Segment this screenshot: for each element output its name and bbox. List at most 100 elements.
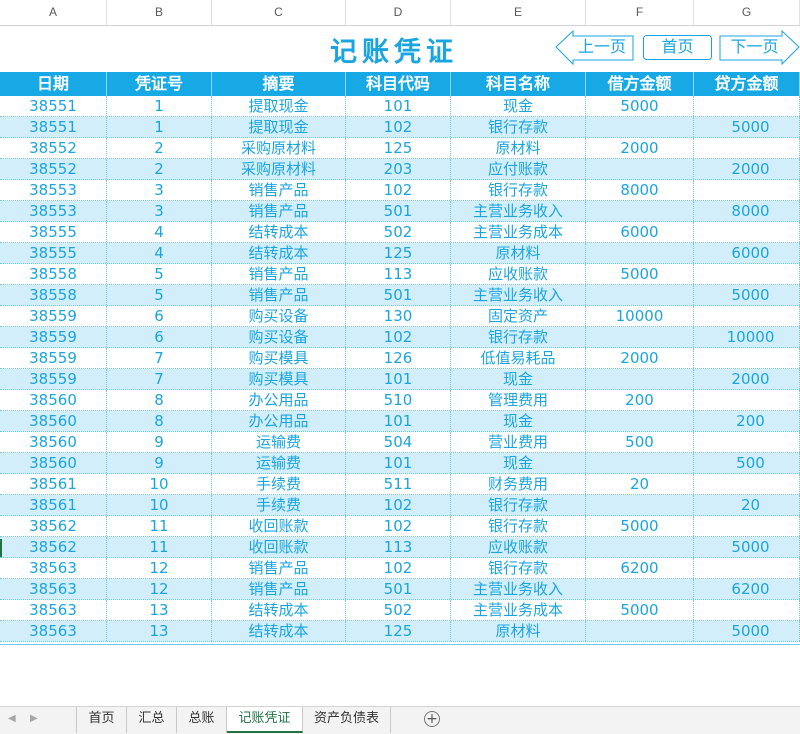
table-cell[interactable]: 销售产品 (212, 558, 346, 578)
header-cell[interactable]: 贷方金额 (694, 72, 800, 96)
next-page-button[interactable]: 下一页 (719, 30, 800, 66)
table-cell[interactable]: 5000 (694, 285, 800, 305)
table-cell[interactable]: 38559 (0, 369, 107, 389)
table-cell[interactable]: 10 (107, 474, 212, 494)
table-cell[interactable] (694, 306, 800, 326)
table-cell[interactable]: 12 (107, 558, 212, 578)
table-cell[interactable]: 12 (107, 579, 212, 599)
table-cell[interactable]: 38562 (0, 516, 107, 536)
table-cell[interactable] (694, 558, 800, 578)
table-cell[interactable]: 办公用品 (212, 411, 346, 431)
table-cell[interactable]: 银行存款 (451, 117, 586, 137)
table-cell[interactable]: 7 (107, 348, 212, 368)
table-cell[interactable]: 结转成本 (212, 600, 346, 620)
table-cell[interactable] (694, 432, 800, 452)
table-cell[interactable]: 主营业务收入 (451, 201, 586, 221)
table-cell[interactable] (694, 222, 800, 242)
table-cell[interactable]: 银行存款 (451, 180, 586, 200)
sheet-tab[interactable]: 汇总 (127, 707, 177, 733)
table-cell[interactable]: 5000 (586, 600, 694, 620)
table-cell[interactable]: 38552 (0, 138, 107, 158)
table-cell[interactable]: 办公用品 (212, 390, 346, 410)
table-cell[interactable]: 10 (107, 495, 212, 515)
table-cell[interactable]: 3 (107, 180, 212, 200)
table-cell[interactable]: 11 (107, 537, 212, 557)
table-cell[interactable]: 38553 (0, 180, 107, 200)
table-cell[interactable] (694, 390, 800, 410)
table-cell[interactable] (586, 201, 694, 221)
table-cell[interactable] (694, 348, 800, 368)
table-cell[interactable]: 购买设备 (212, 327, 346, 347)
table-cell[interactable]: 5000 (586, 96, 694, 116)
table-cell[interactable]: 11 (107, 516, 212, 536)
table-cell[interactable]: 101 (346, 411, 451, 431)
table-cell[interactable]: 38553 (0, 201, 107, 221)
table-cell[interactable]: 38561 (0, 474, 107, 494)
table-cell[interactable]: 5 (107, 285, 212, 305)
table-cell[interactable]: 20 (694, 495, 800, 515)
table-cell[interactable] (586, 369, 694, 389)
table-cell[interactable]: 银行存款 (451, 516, 586, 536)
table-cell[interactable]: 手续费 (212, 495, 346, 515)
table-cell[interactable]: 38551 (0, 96, 107, 116)
table-cell[interactable]: 102 (346, 516, 451, 536)
table-cell[interactable]: 结转成本 (212, 243, 346, 263)
table-cell[interactable]: 现金 (451, 453, 586, 473)
table-cell[interactable]: 销售产品 (212, 285, 346, 305)
table-cell[interactable]: 收回账款 (212, 516, 346, 536)
table-cell[interactable]: 38559 (0, 306, 107, 326)
table-cell[interactable]: 原材料 (451, 243, 586, 263)
table-cell[interactable]: 38561 (0, 495, 107, 515)
table-cell[interactable]: 8000 (586, 180, 694, 200)
table-cell[interactable]: 营业费用 (451, 432, 586, 452)
table-cell[interactable]: 510 (346, 390, 451, 410)
table-cell[interactable]: 9 (107, 432, 212, 452)
table-cell[interactable]: 低值易耗品 (451, 348, 586, 368)
table-cell[interactable]: 126 (346, 348, 451, 368)
column-letter[interactable]: F (586, 0, 694, 25)
table-cell[interactable]: 应付账款 (451, 159, 586, 179)
table-cell[interactable] (586, 117, 694, 137)
table-cell[interactable]: 现金 (451, 369, 586, 389)
table-cell[interactable]: 结转成本 (212, 621, 346, 641)
table-cell[interactable]: 125 (346, 138, 451, 158)
scroll-left-icon[interactable]: ◀ (8, 713, 16, 724)
table-cell[interactable]: 采购原材料 (212, 159, 346, 179)
table-cell[interactable]: 38563 (0, 558, 107, 578)
table-cell[interactable]: 38560 (0, 390, 107, 410)
table-cell[interactable]: 主营业务收入 (451, 285, 586, 305)
table-cell[interactable] (586, 537, 694, 557)
table-cell[interactable]: 6200 (586, 558, 694, 578)
table-cell[interactable]: 应收账款 (451, 264, 586, 284)
sheet-tab[interactable]: 记账凭证 (227, 707, 303, 733)
table-cell[interactable]: 102 (346, 180, 451, 200)
column-letter[interactable]: B (107, 0, 212, 25)
table-cell[interactable]: 2000 (586, 348, 694, 368)
column-letter[interactable]: G (694, 0, 800, 25)
prev-page-button[interactable]: 上一页 (555, 30, 635, 66)
table-cell[interactable]: 102 (346, 558, 451, 578)
table-cell[interactable]: 运输费 (212, 453, 346, 473)
table-cell[interactable]: 38552 (0, 159, 107, 179)
table-cell[interactable]: 38555 (0, 243, 107, 263)
table-cell[interactable]: 38559 (0, 327, 107, 347)
table-cell[interactable]: 7 (107, 369, 212, 389)
table-cell[interactable]: 38560 (0, 411, 107, 431)
table-cell[interactable]: 2000 (694, 369, 800, 389)
table-cell[interactable]: 511 (346, 474, 451, 494)
table-cell[interactable]: 10000 (586, 306, 694, 326)
table-cell[interactable]: 13 (107, 621, 212, 641)
table-cell[interactable]: 2 (107, 138, 212, 158)
table-cell[interactable] (586, 411, 694, 431)
table-cell[interactable]: 38563 (0, 621, 107, 641)
table-cell[interactable]: 6 (107, 306, 212, 326)
table-cell[interactable]: 2000 (694, 159, 800, 179)
table-cell[interactable]: 5000 (694, 537, 800, 557)
table-cell[interactable]: 6000 (694, 243, 800, 263)
table-cell[interactable]: 101 (346, 96, 451, 116)
table-cell[interactable] (694, 180, 800, 200)
table-cell[interactable]: 购买模具 (212, 369, 346, 389)
table-cell[interactable]: 38555 (0, 222, 107, 242)
table-cell[interactable] (694, 474, 800, 494)
table-cell[interactable]: 提取现金 (212, 96, 346, 116)
